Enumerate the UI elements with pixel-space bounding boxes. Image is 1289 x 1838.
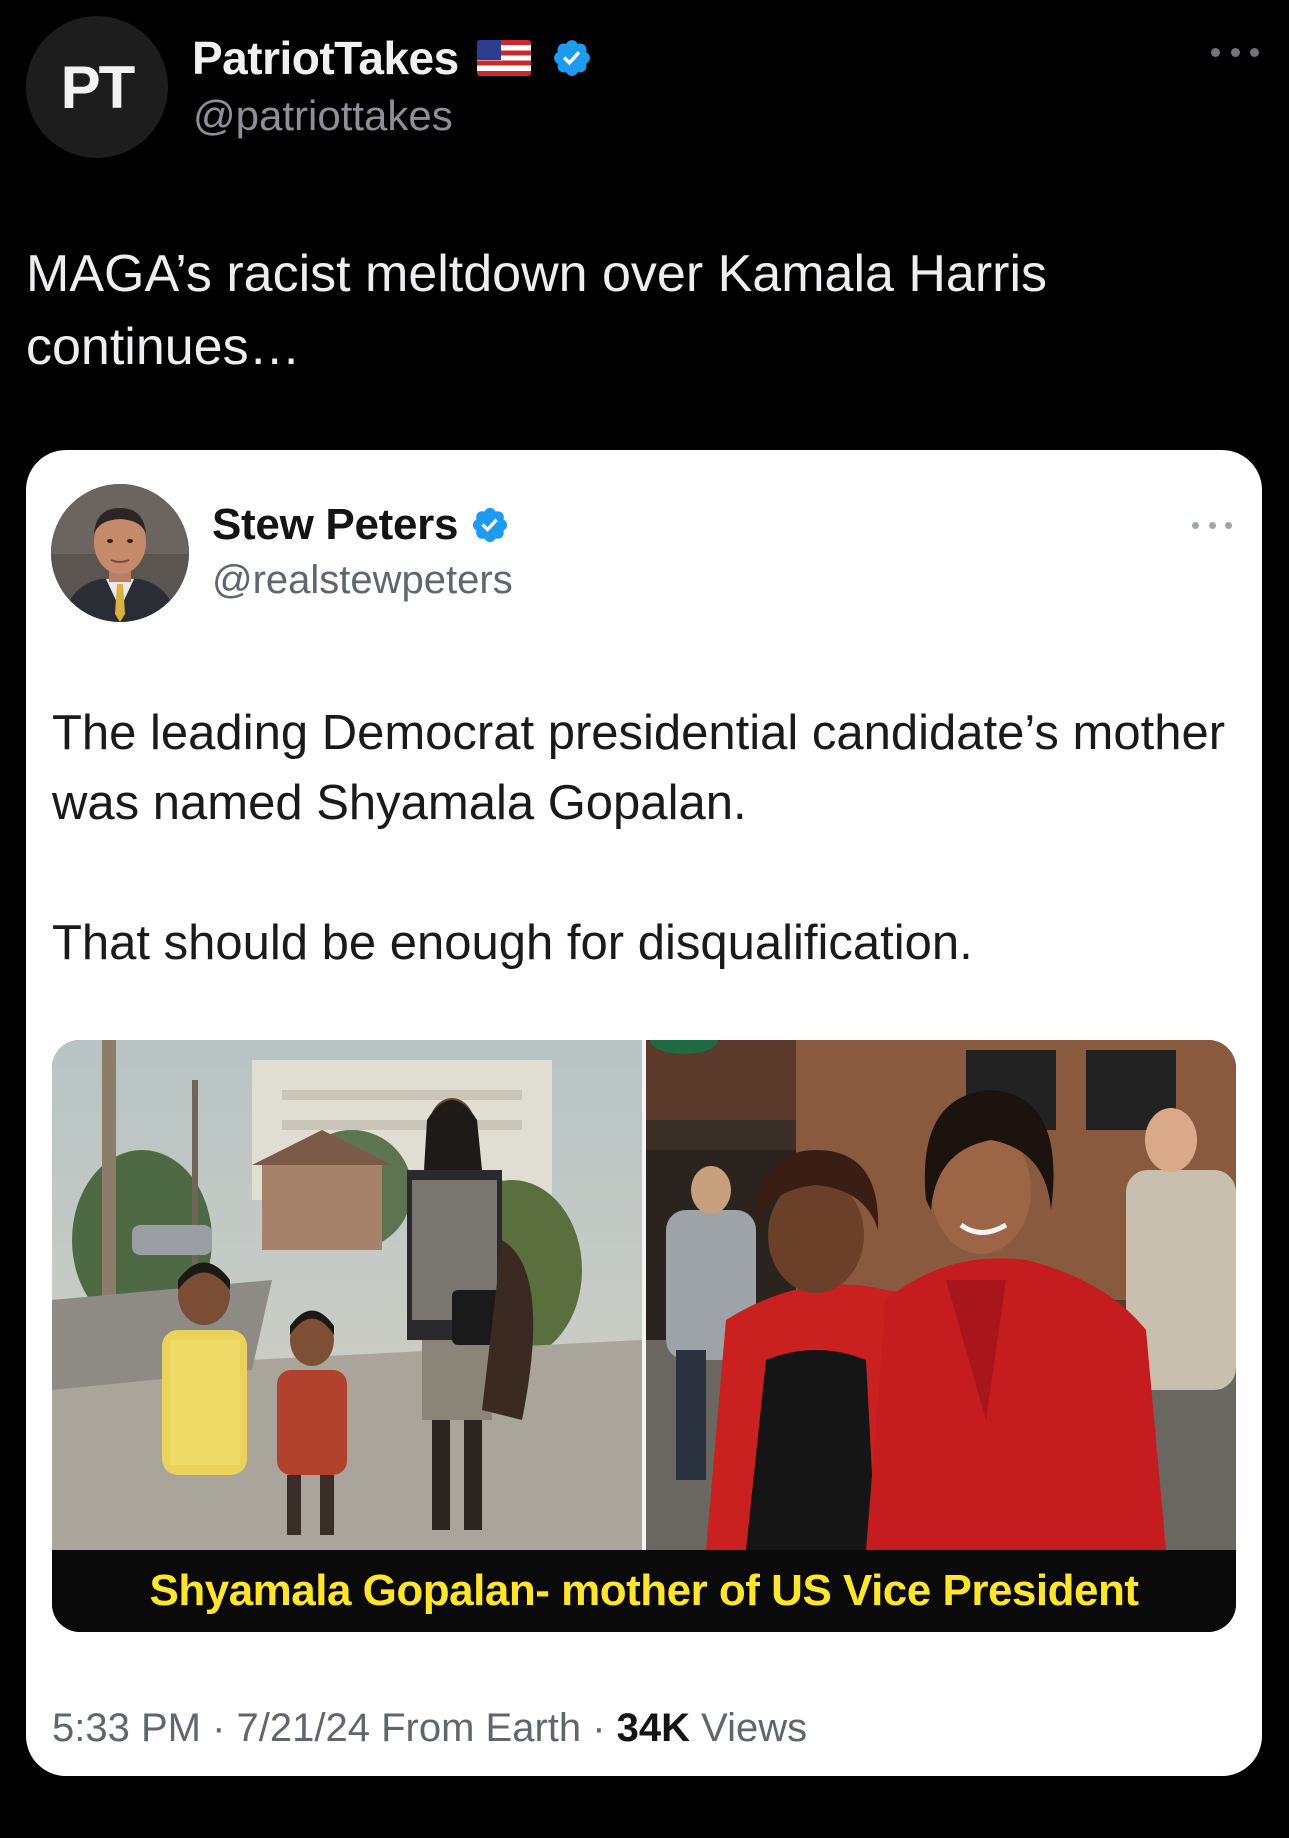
- views-count: 34K: [616, 1706, 691, 1750]
- quoted-tweet-card[interactable]: Stew Peters @realstewpeters The leading …: [26, 450, 1262, 1776]
- timestamp[interactable]: 5:33 PM · 7/21/24 From Earth ·: [52, 1706, 617, 1750]
- views-label: Views: [690, 1706, 808, 1750]
- verified-badge-icon: [553, 40, 590, 76]
- media-photo-left: [52, 1040, 642, 1550]
- avatar[interactable]: PT: [26, 16, 168, 158]
- quoted-author-name[interactable]: Stew Peters: [212, 500, 458, 550]
- author-name-row: PatriotTakes: [192, 28, 593, 88]
- us-flag-icon: [476, 40, 531, 76]
- quoted-author-name-row: Stew Peters: [212, 500, 510, 550]
- quoted-tweet-text: The leading Democrat presidential candid…: [52, 698, 1232, 978]
- quoted-tweet-paragraph: That should be enough for disqualificati…: [52, 916, 973, 970]
- media-caption: Shyamala Gopalan- mother of US Vice Pres…: [149, 1566, 1139, 1615]
- tweet-media-image[interactable]: Shyamala Gopalan- mother of US Vice Pres…: [52, 1040, 1236, 1632]
- author-name[interactable]: PatriotTakes: [192, 31, 459, 85]
- media-photo-right: [646, 1040, 1236, 1550]
- quoted-more-options-icon[interactable]: [1192, 520, 1232, 530]
- quoted-tweet-paragraph: The leading Democrat presidential candid…: [52, 706, 1226, 830]
- avatar-initials: PT: [60, 53, 136, 121]
- more-options-icon[interactable]: [1211, 46, 1259, 58]
- tweet-metadata: 5:33 PM · 7/21/24 From Earth · 34K Views: [52, 1706, 807, 1751]
- tweet-text: MAGA’s racist meltdown over Kamala Harri…: [26, 245, 1062, 376]
- author-handle[interactable]: @patriottakes: [193, 92, 453, 140]
- quoted-author-avatar[interactable]: [51, 484, 189, 622]
- media-caption-bar: Shyamala Gopalan- mother of US Vice Pres…: [52, 1550, 1236, 1632]
- quoted-author-handle[interactable]: @realstewpeters: [212, 558, 513, 603]
- verified-badge-icon: [473, 507, 508, 543]
